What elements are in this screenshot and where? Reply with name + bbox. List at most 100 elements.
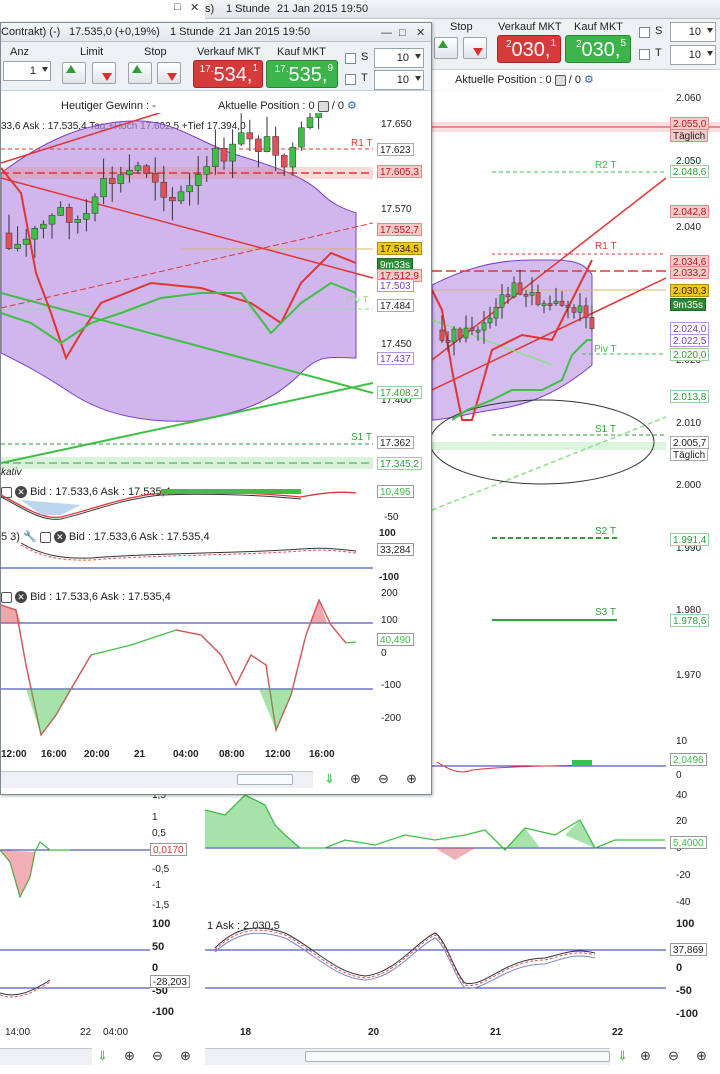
back-t-quantity[interactable]: 10: [670, 45, 716, 65]
back-scroll-thumb[interactable]: [305, 1051, 610, 1062]
back-stop-buy-button[interactable]: [434, 37, 458, 59]
front-cci-panel[interactable]: [1, 595, 373, 755]
front-limit-buy-button[interactable]: [62, 62, 86, 84]
front-stop-sell-button[interactable]: [157, 62, 181, 84]
left-stoch-tag: -28,203: [150, 975, 190, 988]
back-price-tag-1: Täglich: [670, 129, 709, 142]
front-stop-checkbox[interactable]: [345, 53, 356, 64]
front-price-tag-3: 17.534,5: [377, 242, 422, 255]
candle-body: [220, 147, 228, 162]
front-time-axis-label-0: 12:00: [1, 749, 27, 760]
front-cci-axis-label-2: 0: [381, 648, 387, 659]
back-sell-market-button[interactable]: 2030,1: [497, 35, 561, 63]
zoom-out-icon[interactable]: ⊖: [152, 1048, 163, 1064]
front-price-tag-6: 17.503: [377, 279, 414, 292]
candle-body: [237, 132, 245, 145]
back-window-titlebar[interactable]: s) 1 Stunde 21 Jan 2015 19:50: [205, 0, 720, 19]
front-time-axis-label-4: 04:00: [173, 749, 199, 760]
back-stoch-axis-label-0: 100: [676, 918, 695, 930]
front-buy-price-prefix: 17.: [274, 64, 289, 75]
back-scrollbar[interactable]: [205, 1048, 610, 1065]
zoom-fit-icon[interactable]: ⊕: [124, 1048, 135, 1064]
candle-body: [463, 327, 469, 339]
back-macd-axis-0: 0: [676, 770, 682, 781]
back-stop-checkbox[interactable]: [639, 27, 650, 38]
front-time-axis-label-7: 16:00: [309, 749, 335, 760]
zoom-fit-icon[interactable]: ⊕: [350, 771, 361, 787]
front-window-titlebar[interactable]: Contrakt) (-) 17.535,0 (+0,19%) 1 Stunde…: [1, 23, 431, 42]
back-stoch-panel[interactable]: [205, 918, 666, 1028]
front-position-label: Aktuelle Position : 0 / 0 ⚙: [218, 99, 357, 112]
back-price-tag-5: 2.033,2: [670, 266, 710, 279]
back-price-tag-3: 2.042,8: [670, 205, 710, 218]
front-stoch-tag: 33,284: [377, 543, 414, 556]
front-price-tag-2: 17.552,7: [377, 223, 422, 236]
back-t-qty-value: 10: [688, 49, 701, 61]
zoom-in-icon[interactable]: ⊕: [180, 1048, 191, 1064]
left-oscillator-panel[interactable]: [0, 792, 150, 917]
front-stoch-axis-neg100: -100: [379, 572, 400, 583]
front-s-quantity[interactable]: 10: [374, 48, 424, 68]
back-close-icon[interactable]: ✕: [190, 1, 199, 14]
position-close-icon[interactable]: [554, 74, 566, 86]
front-limit-sell-button[interactable]: [92, 62, 116, 84]
zoom-in-icon[interactable]: ⊕: [406, 771, 417, 787]
settings-icon[interactable]: ⚙: [347, 100, 357, 112]
close-icon[interactable]: ✕: [53, 531, 66, 544]
front-buy-market-button[interactable]: 17.535,9: [266, 60, 338, 88]
front-target-checkbox[interactable]: [345, 74, 356, 85]
zoom-in-icon[interactable]: ⊕: [696, 1048, 707, 1064]
back-target-checkbox[interactable]: [639, 49, 650, 60]
stop-icon[interactable]: ⇓: [617, 1048, 628, 1064]
back-time-axis-label-3: 22: [612, 1027, 624, 1038]
front-scroll-thumb[interactable]: [237, 774, 293, 785]
front-macd-panel[interactable]: [1, 485, 373, 525]
zoom-out-icon[interactable]: ⊖: [378, 771, 389, 787]
left-osc-tag: 0,0170: [150, 843, 187, 856]
back-price-tag-7: 9m35s: [670, 298, 707, 311]
stop-icon[interactable]: ⇓: [324, 771, 335, 787]
candle-body: [212, 147, 219, 167]
back-s-quantity[interactable]: 10: [670, 22, 716, 42]
wrench-icon[interactable]: 🔧: [23, 531, 37, 543]
front-scrollbar[interactable]: [1, 771, 313, 788]
back-macd-tag: 2,0496: [670, 753, 707, 766]
front-maximize-icon[interactable]: □: [399, 24, 406, 41]
front-cci-axis-label-4: -200: [381, 713, 402, 724]
front-price-tag-7: 17.484: [377, 299, 414, 312]
front-qty-value: 1: [29, 65, 36, 77]
stop-icon[interactable]: ⇓: [97, 1048, 108, 1064]
zoom-fit-icon[interactable]: ⊕: [640, 1048, 651, 1064]
back-minimize-icon[interactable]: □: [174, 1, 181, 13]
front-sell-market-button[interactable]: 17.534,1: [193, 60, 263, 88]
zoom-out-icon[interactable]: ⊖: [668, 1048, 679, 1064]
chevron-down-icon: [707, 51, 713, 56]
front-stop-buy-button[interactable]: [128, 62, 152, 84]
back-macd-panel[interactable]: [432, 732, 666, 786]
front-minimize-icon[interactable]: —: [381, 24, 392, 41]
front-close-icon[interactable]: ✕: [416, 24, 425, 41]
left-stoch-panel[interactable]: [0, 918, 150, 1028]
candle-body: [306, 117, 314, 128]
back-oscillator-panel[interactable]: [205, 790, 666, 915]
back-position-label: Aktuelle Position : 0 / 0 ⚙: [455, 73, 594, 86]
front-buy-label: Kauf MKT: [277, 46, 326, 58]
front-corner-label: kativ: [1, 467, 22, 478]
back-buy-market-button[interactable]: 2030,5: [565, 35, 631, 63]
front-stoch-panel[interactable]: [1, 543, 373, 583]
candle-body: [589, 317, 595, 329]
candle-body: [517, 282, 523, 295]
back-stop-sell-button[interactable]: [463, 37, 487, 59]
front-gain-label: Heutiger Gewinn : -: [61, 100, 156, 112]
window-icon[interactable]: [39, 531, 51, 543]
back-price-chart[interactable]: [432, 90, 720, 730]
left-scrollbar[interactable]: [0, 1048, 92, 1065]
front-price-chart[interactable]: [1, 113, 373, 487]
position-close-icon[interactable]: [317, 100, 329, 112]
front-t-quantity[interactable]: 10: [374, 70, 424, 90]
front-stoch-header-text: Bid : 17.533,6 Ask : 17.535,4: [68, 531, 210, 543]
settings-icon[interactable]: ⚙: [584, 74, 594, 86]
back-s-label: S: [655, 25, 663, 37]
front-qty-spinner[interactable]: 1: [3, 61, 51, 81]
candle-body: [246, 132, 254, 140]
